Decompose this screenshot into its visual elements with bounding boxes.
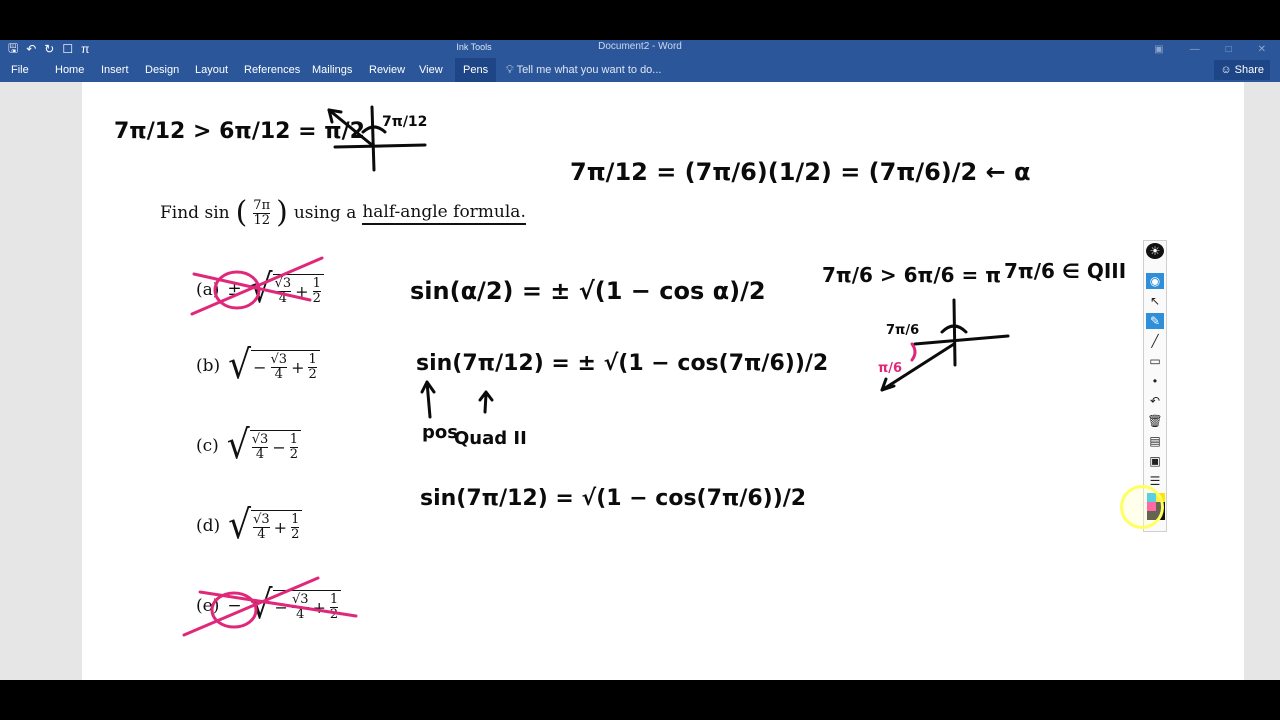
ink-annot-pos: pos <box>422 422 458 443</box>
ink-top-right: 7π/12 = (7π/6)(1/2) = (7π/6)/2 ← α <box>570 158 1031 186</box>
choice-a: (a) ± √ √3 4 + 12 <box>196 270 324 309</box>
ink-annot-quad: Quad II <box>454 428 527 449</box>
choice-b: (b) √ − √3 4 + 12 <box>196 346 320 385</box>
choice-c: (c) √ √3 4 − 12 <box>196 426 301 465</box>
touch-mode-icon[interactable]: ☐ <box>62 42 73 56</box>
square-root: √ √3 4 − 12 <box>227 426 301 465</box>
ink-arrow-quad <box>478 390 494 414</box>
ribbon-display-icon[interactable]: ▣ <box>1154 44 1163 55</box>
tab-home[interactable]: Home <box>55 58 84 82</box>
document-area[interactable]: Find sin ( 7π 12 ) using a half-angle fo… <box>0 82 1280 680</box>
ink-formula-line3: sin(7π/12) = √(1 − cos(7π/6))/2 <box>420 486 806 511</box>
choice-label: (a) <box>196 280 220 300</box>
choice-sign: − <box>227 596 242 616</box>
title-bar: 🖫 ↶ ↻ ☐ π Ink Tools Document2 - Word ▣ —… <box>0 40 1280 58</box>
lightbulb-icon: 💡︎ <box>506 64 514 76</box>
square-root: √ √3 4 + 12 <box>250 270 324 309</box>
dot-size-icon[interactable]: • <box>1146 373 1164 389</box>
problem-prompt: Find sin ( 7π 12 ) using a half-angle fo… <box>160 198 526 228</box>
ink-right-line: 7π/6 > 6π/6 = π <box>822 263 1001 287</box>
tab-references[interactable]: References <box>244 58 300 82</box>
lightbulb-icon[interactable]: ☀ <box>1146 243 1164 259</box>
prompt-denominator: 12 <box>253 212 270 228</box>
choice-label: (c) <box>196 436 219 456</box>
prompt-using: using a <box>293 203 357 223</box>
ink-angle-label: 7π/12 <box>382 114 427 130</box>
ink-right-quad: 7π/6 ∈ QIII <box>1004 259 1126 283</box>
square-root: √ − √3 4 + 12 <box>250 586 342 625</box>
tell-me-label: Tell me what you want to do... <box>516 64 662 76</box>
tab-pens[interactable]: Pens <box>455 58 497 82</box>
ink-formula-line2: sin(7π/12) = ± √(1 − cos(7π/6))/2 <box>416 351 828 376</box>
undo-icon[interactable]: ↶ <box>26 42 36 56</box>
eraser-icon[interactable]: ▭ <box>1146 353 1164 369</box>
window-controls: ▣ — □ ✕ <box>1154 40 1266 58</box>
presentation-icon[interactable]: ▤ <box>1146 433 1164 449</box>
tab-file[interactable]: File <box>11 58 29 82</box>
quick-access-toolbar: 🖫 ↶ ↻ ☐ π <box>8 40 89 58</box>
ink-angle-sketch: 7π/12 <box>327 105 427 172</box>
ink-top-left: 7π/12 > 6π/12 = π/2 <box>114 119 365 144</box>
redo-icon[interactable]: ↻ <box>44 42 54 56</box>
choice-label: (b) <box>196 356 221 376</box>
tab-view[interactable]: View <box>419 58 443 82</box>
left-paren: ( <box>235 195 248 230</box>
prompt-fraction: 7π 12 <box>253 197 271 228</box>
ribbon-tabs: File Home Insert Design Layout Reference… <box>0 58 1280 82</box>
square-root: √ − √3 4 + 12 <box>228 346 320 385</box>
ink-right-ref: π/6 <box>878 361 902 376</box>
tab-insert[interactable]: Insert <box>101 58 129 82</box>
prompt-numerator: 7π <box>253 197 271 213</box>
undo-icon[interactable]: ↶ <box>1146 393 1164 409</box>
tell-me-search[interactable]: 💡︎ Tell me what you want to do... <box>506 58 661 82</box>
ink-right-angle-sketch: 7π/6 π/6 <box>878 298 1010 392</box>
share-label: Share <box>1234 64 1264 76</box>
minimize-icon[interactable]: — <box>1190 44 1200 55</box>
ink-right-angle-label: 7π/6 <box>886 323 919 338</box>
pen-icon[interactable]: ✎ <box>1146 313 1164 329</box>
document-title: Document2 - Word <box>598 41 682 52</box>
tab-mailings[interactable]: Mailings <box>312 58 352 82</box>
choice-d: (d) √ √3 4 + 12 <box>196 506 303 545</box>
tab-review[interactable]: Review <box>369 58 405 82</box>
ink-tools-context-label: Ink Tools <box>456 42 492 52</box>
choice-label: (d) <box>196 516 221 536</box>
close-icon[interactable]: ✕ <box>1258 44 1266 55</box>
square-root: √ √3 4 + 12 <box>228 506 303 545</box>
equation-button[interactable]: π <box>81 42 89 56</box>
right-paren: ) <box>276 195 288 230</box>
prompt-formula: half-angle formula. <box>362 202 526 225</box>
cursor-highlight <box>1120 485 1164 529</box>
choice-e: (e) − √ − √3 4 + 12 <box>196 586 342 625</box>
prompt-find: Find sin <box>160 203 230 223</box>
choice-label: (e) <box>196 596 220 616</box>
person-icon: ☺ <box>1220 64 1232 76</box>
ink-formula-line1: sin(α/2) = ± √(1 − cos α)/2 <box>410 277 766 305</box>
document-page[interactable]: Find sin ( 7π 12 ) using a half-angle fo… <box>82 82 1244 680</box>
maximize-icon[interactable]: □ <box>1226 44 1232 55</box>
eye-icon[interactable]: ◉ <box>1146 273 1164 289</box>
trash-icon[interactable]: 🗑︎ <box>1146 413 1164 429</box>
tab-design[interactable]: Design <box>145 58 179 82</box>
ink-arrow-pos <box>420 380 436 419</box>
save-icon[interactable]: 🖫 <box>8 39 18 60</box>
choice-sign: ± <box>227 280 242 300</box>
select-arrow-icon[interactable]: ↖ <box>1146 293 1164 309</box>
ruler-icon[interactable]: ╱ <box>1146 333 1164 349</box>
camera-icon[interactable]: ▣ <box>1146 453 1164 469</box>
tab-layout[interactable]: Layout <box>195 58 228 82</box>
share-button[interactable]: ☺ Share <box>1214 60 1270 80</box>
